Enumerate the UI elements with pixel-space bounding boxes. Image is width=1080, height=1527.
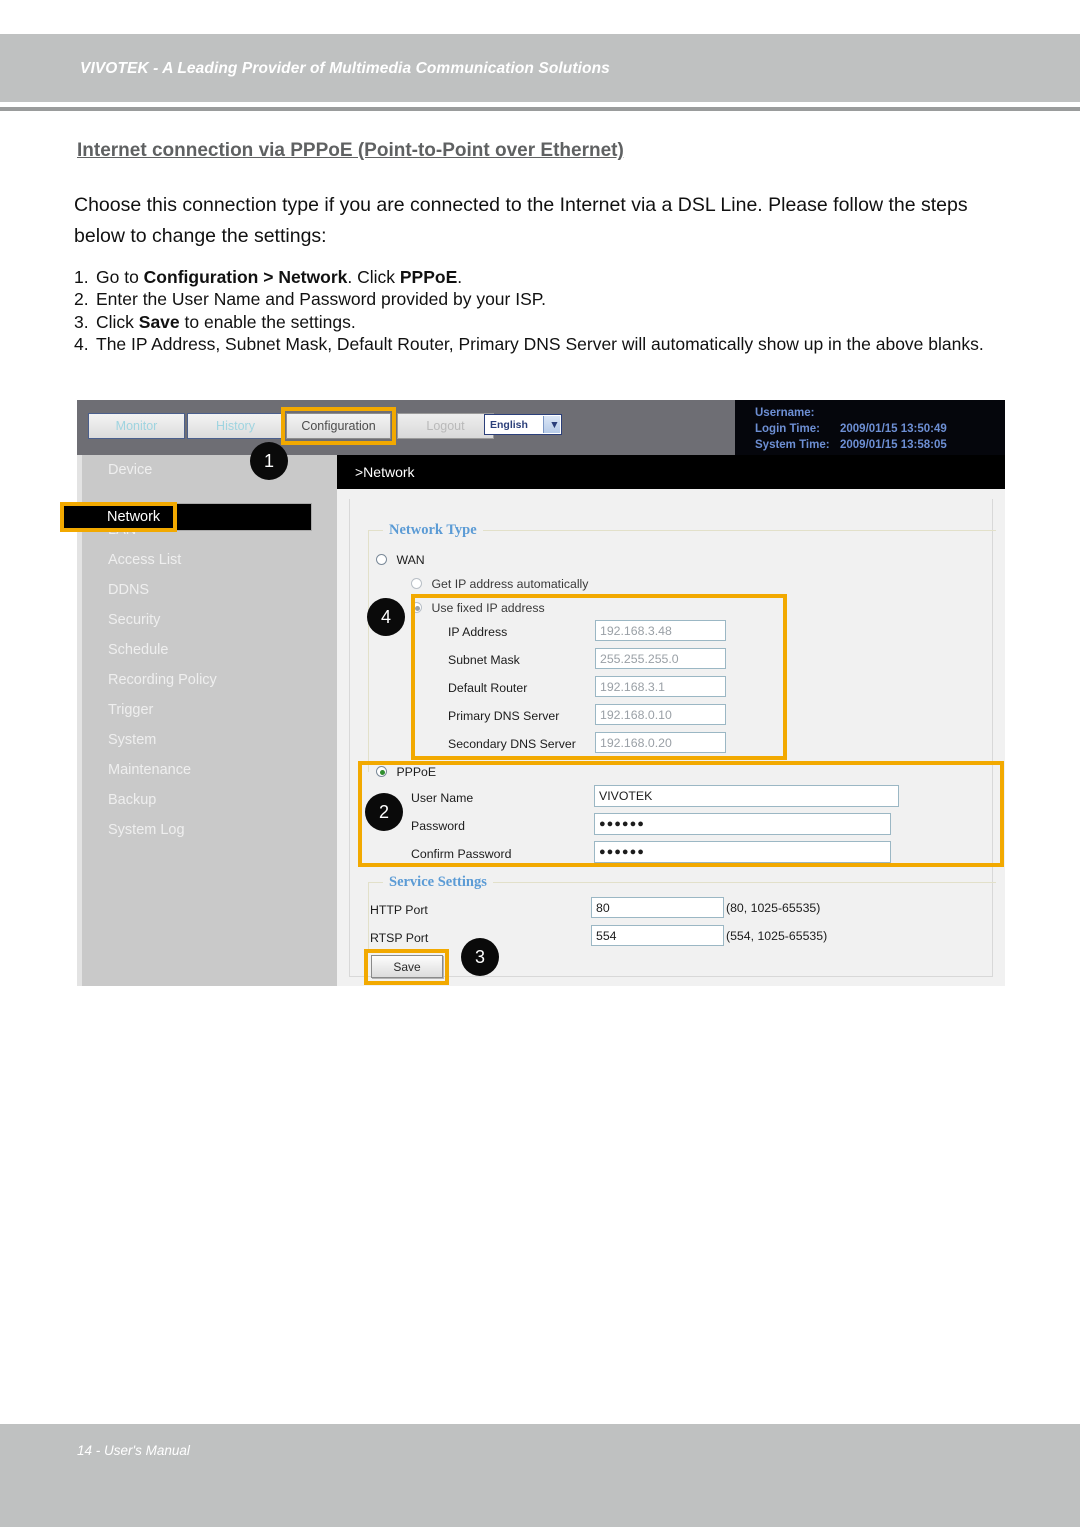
confirm-password-row: Confirm Password	[411, 845, 581, 863]
step-text-mid: . Click	[347, 267, 400, 287]
sidebar-item-access-list[interactable]: Access List	[82, 545, 337, 575]
http-port-label: HTTP Port	[370, 903, 428, 917]
confirm-password-label: Confirm Password	[411, 847, 512, 861]
confirm-password-field[interactable]: ●●●●●●	[594, 841, 891, 863]
step-text-pre: Go to	[96, 267, 144, 287]
footer-band	[0, 1424, 1080, 1527]
step-number: 4.	[74, 334, 89, 355]
step-text: Click Save to enable the settings.	[96, 311, 1014, 333]
language-select[interactable]: English ▼	[484, 414, 562, 435]
wan-label: WAN	[396, 553, 425, 567]
screenshot-sidebar: Device LAN Access List DDNS Security Sch…	[77, 455, 337, 986]
sidebar-item-system[interactable]: System	[82, 725, 337, 755]
step-text-pre: Click	[96, 311, 139, 332]
step-text: The IP Address, Subnet Mask, Default Rou…	[96, 334, 984, 355]
footer-page-label: 14 - User's Manual	[77, 1443, 190, 1458]
tab-history[interactable]: History	[187, 413, 284, 439]
rtsp-port-value: 554	[596, 928, 617, 943]
sidebar-item-schedule[interactable]: Schedule	[82, 635, 337, 665]
login-time-label: Login Time:	[755, 423, 820, 435]
system-time-row: System Time: 2009/01/15 13:58:05	[755, 437, 1005, 453]
sidebar-item-security[interactable]: Security	[82, 605, 337, 635]
fixed-ip-highlight-box	[411, 594, 787, 760]
wan-radio-icon[interactable]	[376, 554, 387, 565]
http-port-hint: (80, 1025-65535)	[726, 901, 821, 915]
step-text-post: .	[457, 267, 463, 287]
sidebar-item-system-log[interactable]: System Log	[82, 815, 337, 845]
sidebar-item-network-label: Network	[107, 509, 161, 525]
login-time-value: 2009/01/15 13:50:49	[840, 423, 947, 435]
list-item: 3. Click Save to enable the settings.	[74, 311, 1014, 333]
password-field[interactable]: ●●●●●●	[594, 813, 891, 835]
step-text: Go to Configuration > Network. Click PPP…	[96, 266, 1014, 288]
step-number: 1.	[74, 267, 89, 287]
language-select-value: English	[490, 418, 528, 431]
step-number: 3.	[74, 311, 89, 332]
step-text-bold: Configuration > Network	[143, 267, 348, 287]
get-ip-auto-row[interactable]: Get IP address automatically	[411, 575, 588, 593]
step-number: 2.	[74, 289, 89, 310]
service-settings-legend: Service Settings	[389, 874, 487, 890]
http-port-field[interactable]: 80	[591, 897, 724, 918]
step-text: Enter the User Name and Password provide…	[96, 289, 547, 310]
logout-button[interactable]: Logout	[397, 413, 494, 439]
step-text-mid: to enable the settings.	[179, 311, 356, 332]
step-text-bold: Save	[138, 311, 180, 332]
sidebar-item-ddns[interactable]: DDNS	[82, 575, 337, 605]
username-row: Username:	[755, 405, 1005, 421]
list-item: 2. Enter the User Name and Password prov…	[74, 288, 1014, 310]
pppoe-radio-icon[interactable]	[376, 766, 387, 777]
system-time-label: System Time:	[755, 439, 830, 451]
page-header-title: VIVOTEK - A Leading Provider of Multimed…	[80, 60, 610, 77]
rtsp-port-hint: (554, 1025-65535)	[726, 929, 828, 943]
username-label: Username:	[755, 407, 815, 419]
sidebar-item-backup[interactable]: Backup	[82, 785, 337, 815]
badge-2: 2	[365, 793, 403, 831]
get-ip-auto-label: Get IP address automatically	[431, 577, 589, 591]
password-row: Password	[411, 817, 581, 835]
sidebar-item-trigger[interactable]: Trigger	[82, 695, 337, 725]
pppoe-radio-row[interactable]: PPPoE	[376, 763, 436, 781]
user-name-field[interactable]: VIVOTEK	[594, 785, 899, 807]
user-name-label: User Name	[411, 791, 474, 805]
pppoe-label: PPPoE	[396, 765, 437, 779]
http-port-row: HTTP Port	[370, 901, 590, 919]
badge-4: 4	[367, 598, 405, 636]
user-name-row: User Name	[411, 789, 581, 807]
list-item: 4. The IP Address, Subnet Mask, Default …	[74, 333, 1014, 355]
configuration-highlight-box	[281, 407, 396, 445]
password-label: Password	[411, 819, 465, 833]
page-title: Internet connection via PPPoE (Point-to-…	[77, 140, 624, 161]
intro-paragraph: Choose this connection type if you are c…	[74, 194, 968, 247]
sidebar-item-recording-policy[interactable]: Recording Policy	[82, 665, 337, 695]
login-time-row: Login Time: 2009/01/15 13:50:49	[755, 421, 1005, 437]
network-type-legend: Network Type	[389, 522, 477, 538]
rtsp-port-field[interactable]: 554	[591, 925, 724, 946]
confirm-password-value: ●●●●●●	[599, 846, 645, 858]
http-port-value: 80	[596, 900, 610, 915]
wan-radio-row[interactable]: WAN	[376, 551, 425, 569]
list-item: 1. Go to Configuration > Network. Click …	[74, 266, 1014, 288]
badge-1: 1	[250, 442, 288, 480]
system-time-value: 2009/01/15 13:58:05	[840, 439, 947, 451]
password-value: ●●●●●●	[599, 818, 645, 830]
header-divider	[0, 107, 1080, 111]
save-highlight-box	[364, 949, 449, 985]
steps-list: 1. Go to Configuration > Network. Click …	[74, 266, 1014, 356]
chevron-down-icon: ▼	[543, 416, 560, 433]
get-ip-auto-radio-icon[interactable]	[411, 578, 422, 589]
session-info-panel: Username: Login Time: 2009/01/15 13:50:4…	[735, 400, 1005, 455]
breadcrumb: >Network	[337, 455, 1005, 489]
user-name-value: VIVOTEK	[599, 789, 653, 803]
step-text-bold2: PPPoE	[399, 267, 458, 287]
badge-3: 3	[461, 938, 499, 976]
sidebar-item-maintenance[interactable]: Maintenance	[82, 755, 337, 785]
tab-monitor[interactable]: Monitor	[88, 413, 185, 439]
sidebar-item-device[interactable]: Device	[82, 455, 337, 485]
